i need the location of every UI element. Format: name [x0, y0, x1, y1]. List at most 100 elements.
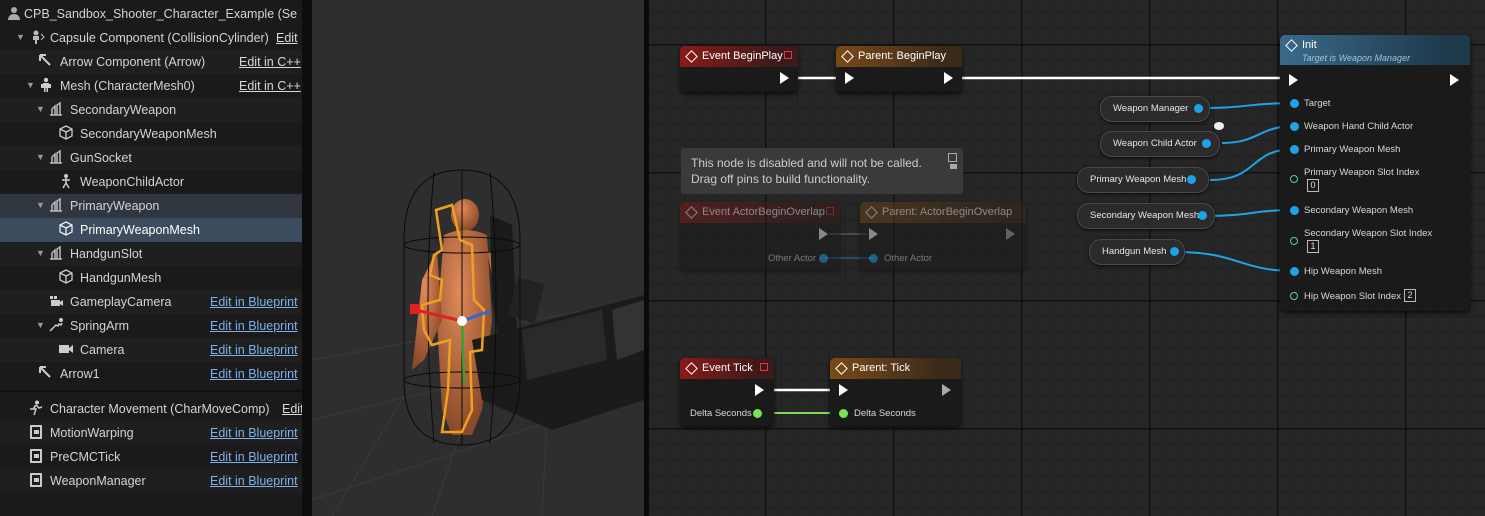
tree-item-weapon-manager[interactable]: WeaponManager Edit in Blueprint: [0, 469, 302, 493]
exec-in-pin[interactable]: [869, 228, 878, 240]
exec-out-pin[interactable]: [819, 228, 828, 240]
expand-arrow-icon[interactable]: ▼: [36, 104, 45, 114]
exec-out-pin[interactable]: [780, 72, 789, 84]
tree-item-primary-weapon[interactable]: ▼ PrimaryWeapon: [0, 194, 302, 218]
pin-label: Secondary Weapon Mesh: [1304, 205, 1414, 216]
event-graph[interactable]: Event BeginPlay Parent: BeginPlay Init T…: [649, 0, 1485, 516]
handgun-mesh-getter[interactable]: Handgun Mesh: [1089, 239, 1185, 265]
panel-splitter[interactable]: [302, 0, 312, 516]
tree-item-label: Arrow1: [60, 367, 100, 381]
parent-actor-begin-overlap-node[interactable]: Parent: ActorBeginOverlap Other Actor: [860, 202, 1026, 270]
tree-item-motion-warping[interactable]: MotionWarping Edit in Blueprint: [0, 421, 302, 445]
weapon-hand-child-actor-pin[interactable]: [1290, 122, 1299, 131]
comment-line: This node is disabled and will not be ca…: [691, 156, 922, 170]
hip-weapon-mesh-pin[interactable]: [1290, 267, 1299, 276]
tree-item-mesh[interactable]: ▼ Mesh (CharacterMesh0) Edit in C++: [0, 74, 302, 98]
static-mesh-icon: [59, 221, 73, 236]
tree-item-capsule[interactable]: ▼ Capsule Component (CollisionCylinder) …: [0, 26, 302, 50]
edit-in-blueprint-link[interactable]: Edit in Blueprint: [210, 343, 298, 357]
socket-icon: [50, 197, 62, 212]
viewport[interactable]: [312, 0, 644, 516]
secondary-weapon-mesh-getter[interactable]: Secondary Weapon Mesh: [1077, 203, 1215, 229]
tree-item-label: SpringArm: [70, 319, 130, 333]
expand-arrow-icon[interactable]: ▼: [36, 152, 45, 162]
edit-link[interactable]: Edit: [282, 402, 302, 416]
edit-in-cpp-link[interactable]: Edit in C++: [239, 55, 301, 69]
edit-in-blueprint-link[interactable]: Edit in Blueprint: [210, 474, 298, 488]
exec-out-pin[interactable]: [755, 384, 764, 396]
secondary-slot-index-pin[interactable]: [1290, 237, 1298, 245]
primary-slot-index-input[interactable]: 0: [1307, 179, 1319, 192]
weapon-child-actor-getter[interactable]: Weapon Child Actor: [1100, 131, 1220, 157]
function-diamond-icon: [865, 206, 878, 219]
primary-weapon-mesh-getter[interactable]: Primary Weapon Mesh: [1077, 167, 1209, 193]
tree-item-handgun-slot[interactable]: ▼ HandgunSlot: [0, 242, 302, 266]
tree-item-arrow[interactable]: Arrow Component (Arrow) Edit in C++: [0, 50, 302, 74]
expand-arrow-icon[interactable]: ▼: [36, 320, 45, 330]
var-out-pin[interactable]: [1194, 104, 1203, 113]
expand-arrow-icon[interactable]: ▼: [36, 200, 45, 210]
tree-item-weapon-child-actor[interactable]: WeaponChildActor: [0, 170, 302, 194]
expand-arrow-icon[interactable]: ▼: [16, 32, 25, 42]
delta-seconds-in-pin[interactable]: [839, 409, 848, 418]
comment-toggle-icon[interactable]: [950, 164, 957, 169]
tree-item-secondary-weapon-mesh[interactable]: SecondaryWeaponMesh: [0, 122, 302, 146]
exec-out-pin[interactable]: [1006, 228, 1015, 240]
pin-comment-icon[interactable]: [948, 153, 957, 162]
expand-arrow-icon[interactable]: ▼: [26, 80, 35, 90]
edit-in-cpp-link[interactable]: Edit in C++: [239, 79, 301, 93]
other-actor-in-pin[interactable]: [869, 254, 878, 263]
exec-out-pin[interactable]: [944, 72, 953, 84]
parent-tick-node[interactable]: Parent: Tick Delta Seconds: [830, 358, 961, 426]
exec-out-pin[interactable]: [1450, 74, 1459, 86]
target-pin[interactable]: [1290, 99, 1299, 108]
edit-in-blueprint-link[interactable]: Edit in Blueprint: [210, 295, 298, 309]
exec-in-pin[interactable]: [1289, 74, 1298, 86]
edit-in-blueprint-link[interactable]: Edit in Blueprint: [210, 319, 298, 333]
tree-item-primary-weapon-mesh[interactable]: PrimaryWeaponMesh: [0, 218, 302, 242]
primary-slot-index-pin[interactable]: [1290, 175, 1298, 183]
delegate-square-icon: [784, 51, 792, 59]
var-out-pin[interactable]: [1187, 175, 1196, 184]
edit-in-blueprint-link[interactable]: Edit in Blueprint: [210, 426, 298, 440]
tree-item-secondary-weapon[interactable]: ▼ SecondaryWeapon: [0, 98, 302, 122]
init-function-node[interactable]: Init Target is Weapon Manager Target Wea…: [1280, 35, 1470, 311]
exec-out-pin[interactable]: [942, 384, 951, 396]
tree-item-pre-cmc-tick[interactable]: PreCMCTick Edit in Blueprint: [0, 445, 302, 469]
exec-in-pin[interactable]: [845, 72, 854, 84]
secondary-slot-index-input[interactable]: 1: [1307, 240, 1319, 253]
hip-slot-index-pin[interactable]: [1290, 292, 1298, 300]
var-out-pin[interactable]: [1170, 247, 1179, 256]
tree-item-character-movement[interactable]: Character Movement (CharMoveComp) Edit: [0, 397, 302, 421]
parent-begin-play-node[interactable]: Parent: BeginPlay: [836, 46, 962, 92]
tree-root[interactable]: CPB_Sandbox_Shooter_Character_Example (S…: [0, 2, 302, 26]
secondary-weapon-mesh-pin[interactable]: [1290, 206, 1299, 215]
primary-weapon-mesh-pin[interactable]: [1290, 145, 1299, 154]
node-title: Parent: ActorBeginOverlap: [882, 206, 1013, 218]
expand-arrow-icon[interactable]: ▼: [36, 248, 45, 258]
event-tick-node[interactable]: Event Tick Delta Seconds: [680, 358, 774, 426]
tree-item-handgun-mesh[interactable]: HandgunMesh: [0, 266, 302, 290]
delegate-square-icon: [760, 363, 768, 371]
event-actor-begin-overlap-node[interactable]: Event ActorBeginOverlap Other Actor: [680, 202, 840, 270]
weapon-manager-getter[interactable]: Weapon Manager: [1100, 96, 1210, 122]
static-mesh-icon: [59, 269, 73, 284]
tree-item-gameplay-camera[interactable]: GameplayCamera Edit in Blueprint: [0, 290, 302, 314]
edit-in-blueprint-link[interactable]: Edit in Blueprint: [210, 367, 298, 381]
delta-seconds-out-pin[interactable]: [753, 409, 762, 418]
other-actor-out-pin[interactable]: [819, 254, 828, 263]
event-begin-play-node[interactable]: Event BeginPlay: [680, 46, 798, 92]
var-out-pin[interactable]: [1198, 211, 1207, 220]
tree-item-camera[interactable]: Camera Edit in Blueprint: [0, 338, 302, 362]
edit-in-blueprint-link[interactable]: Edit in Blueprint: [210, 450, 298, 464]
var-out-pin[interactable]: [1202, 139, 1211, 148]
tree-item-spring-arm[interactable]: ▼ SpringArm Edit in Blueprint: [0, 314, 302, 338]
tree-item-label: SecondaryWeapon: [70, 103, 177, 117]
exec-in-pin[interactable]: [839, 384, 848, 396]
tree-item-label: WeaponManager: [50, 474, 146, 488]
tree-item-gun-socket[interactable]: ▼ GunSocket: [0, 146, 302, 170]
edit-link[interactable]: Edit: [276, 31, 298, 45]
pin-label: Target: [1304, 98, 1331, 109]
tree-item-arrow1[interactable]: Arrow1 Edit in Blueprint: [0, 362, 302, 386]
hip-slot-index-input[interactable]: 2: [1404, 289, 1416, 302]
